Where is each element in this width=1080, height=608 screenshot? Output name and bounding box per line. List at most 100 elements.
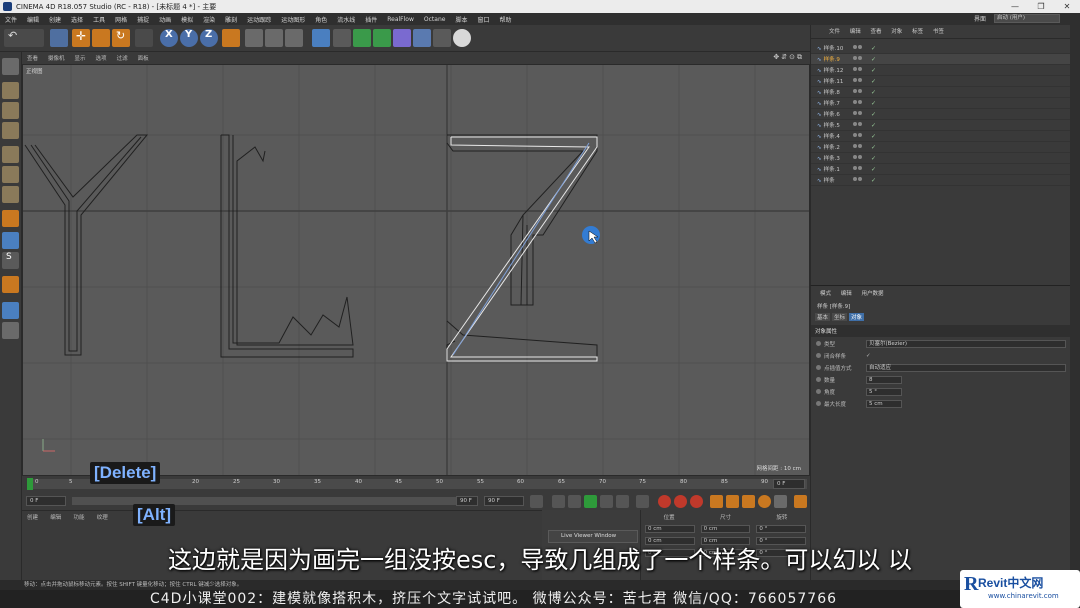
render-picture-viewer-icon[interactable]: [265, 29, 283, 47]
menu-item-tools[interactable]: 工具: [88, 15, 110, 24]
obj-menu-objects[interactable]: 对象: [887, 29, 906, 35]
viewport-front[interactable]: 正视图 网格间距: 10 cm: [22, 64, 810, 476]
menu-item-snap[interactable]: 捕捉: [132, 15, 154, 24]
enabled-check-icon[interactable]: ✓: [871, 144, 876, 151]
right-side-tabs[interactable]: [1070, 25, 1080, 580]
menu-item-character[interactable]: 角色: [310, 15, 332, 24]
next-frame-icon[interactable]: [600, 495, 613, 508]
deformer-icon[interactable]: [393, 29, 411, 47]
material-menu-function[interactable]: 功能: [69, 511, 90, 523]
obj-menu-tags[interactable]: 标签: [908, 29, 927, 35]
interpolation-select[interactable]: 自动适应: [866, 363, 1066, 372]
viewport-menu-options[interactable]: 选项: [91, 54, 112, 62]
menu-item-render[interactable]: 渲染: [198, 15, 220, 24]
key-position-icon[interactable]: [710, 495, 723, 508]
move-icon[interactable]: ✛: [72, 29, 90, 47]
enabled-check-icon[interactable]: ✓: [871, 155, 876, 162]
minimize-button[interactable]: —: [1002, 0, 1028, 13]
end-frame-field[interactable]: 90 F: [484, 496, 524, 506]
viewport-menu-cameras[interactable]: 摄像机: [43, 54, 70, 62]
y-axis-icon[interactable]: Y: [180, 29, 198, 47]
key-pla-icon[interactable]: [774, 495, 787, 508]
planar-workplane-icon[interactable]: [2, 322, 19, 339]
enabled-check-icon[interactable]: ✓: [871, 122, 876, 129]
menu-item-script[interactable]: 脚本: [450, 15, 472, 24]
current-frame-field[interactable]: 0 F: [773, 479, 805, 489]
close-button[interactable]: ✕: [1054, 0, 1080, 13]
lock-workplane-icon[interactable]: [2, 302, 19, 319]
menu-item-sculpt[interactable]: 雕刻: [220, 15, 242, 24]
max-length-field[interactable]: 5 cm: [866, 399, 902, 408]
object-row[interactable]: 样条.7 ✓: [811, 98, 1070, 109]
menu-item-mesh[interactable]: 网格: [110, 15, 132, 24]
enabled-check-icon[interactable]: ✓: [871, 100, 876, 107]
maximize-button[interactable]: ❐: [1028, 0, 1054, 13]
floor-icon[interactable]: [413, 29, 431, 47]
coord-field[interactable]: 0 cm: [700, 525, 751, 533]
object-row-selected[interactable]: 样条.9 ✓: [811, 54, 1070, 65]
enabled-check-icon[interactable]: ✓: [871, 166, 876, 173]
subdivision-icon[interactable]: [353, 29, 371, 47]
menu-item-help[interactable]: 帮助: [494, 15, 516, 24]
menu-item-edit[interactable]: 编辑: [22, 15, 44, 24]
edges-mode-icon[interactable]: [2, 166, 19, 183]
attr-tab-object[interactable]: 对象: [849, 313, 865, 321]
polygons-mode-icon[interactable]: [2, 186, 19, 203]
next-key-icon[interactable]: [616, 495, 629, 508]
go-to-start-icon[interactable]: [530, 495, 543, 508]
enabled-check-icon[interactable]: ✓: [871, 78, 876, 85]
menu-item-animate[interactable]: 动画: [154, 15, 176, 24]
layout-select[interactable]: 启动 (用户): [994, 14, 1060, 23]
solo-icon[interactable]: [2, 276, 19, 293]
menu-item-realflow[interactable]: RealFlow: [382, 16, 419, 23]
camera-icon[interactable]: [433, 29, 451, 47]
tweak-icon[interactable]: [2, 232, 19, 249]
enabled-check-icon[interactable]: ✓: [871, 56, 876, 63]
timeline-playhead[interactable]: [27, 478, 33, 490]
attr-menu-edit[interactable]: 编辑: [837, 291, 856, 297]
menu-item-pipeline[interactable]: 流水线: [332, 15, 360, 24]
viewport-menu-view[interactable]: 查看: [22, 54, 43, 62]
menu-item-window[interactable]: 窗口: [472, 15, 494, 24]
key-scale-icon[interactable]: [726, 495, 739, 508]
type-select[interactable]: 贝塞尔(Bezier): [866, 339, 1066, 348]
enabled-check-icon[interactable]: ✓: [871, 89, 876, 96]
object-row[interactable]: 样条 ✓: [811, 175, 1070, 186]
viewport-menu-panel[interactable]: 面板: [133, 54, 154, 62]
start-frame-field[interactable]: 0 F: [26, 496, 66, 506]
menu-item-select[interactable]: 选择: [66, 15, 88, 24]
array-icon[interactable]: [373, 29, 391, 47]
texture-mode-icon[interactable]: [2, 102, 19, 119]
snapping-icon[interactable]: S: [2, 252, 19, 269]
menu-item-create[interactable]: 创建: [44, 15, 66, 24]
z-axis-icon[interactable]: Z: [200, 29, 218, 47]
menu-item-mograph[interactable]: 运动图形: [276, 15, 310, 24]
object-manager[interactable]: 文件 编辑 查看 对象 标签 书签 样条.10 ✓ 样条.9 ✓ 样条.12 ✓ 样条…: [810, 25, 1070, 285]
object-row[interactable]: 样条.11 ✓: [811, 76, 1070, 87]
range-end-field[interactable]: 90 F: [456, 496, 478, 506]
close-spline-checkbox[interactable]: ✓: [866, 353, 871, 359]
viewport-menu-filter[interactable]: 过滤: [112, 54, 133, 62]
enabled-check-icon[interactable]: ✓: [871, 67, 876, 74]
rotate-icon[interactable]: ↻: [112, 29, 130, 47]
enabled-check-icon[interactable]: ✓: [871, 133, 876, 140]
object-row[interactable]: 样条.5 ✓: [811, 120, 1070, 131]
object-row[interactable]: 样条.3 ✓: [811, 153, 1070, 164]
cube-icon[interactable]: [312, 29, 330, 47]
obj-menu-edit[interactable]: 编辑: [846, 29, 865, 35]
make-editable-icon[interactable]: [2, 58, 19, 75]
material-menu-texture[interactable]: 纹理: [92, 511, 113, 523]
object-row[interactable]: 样条.10 ✓: [811, 43, 1070, 54]
x-axis-icon[interactable]: X: [160, 29, 178, 47]
menu-item-octane[interactable]: Octane: [419, 16, 451, 23]
menu-item-simulate[interactable]: 模拟: [176, 15, 198, 24]
key-rotation-icon[interactable]: [742, 495, 755, 508]
attr-tab-coord[interactable]: 坐标: [832, 313, 848, 321]
viewport-nav-icons[interactable]: ✥⇵⊙⧉: [773, 53, 804, 62]
scale-icon[interactable]: [92, 29, 110, 47]
axis-mode-icon[interactable]: [2, 210, 19, 227]
prev-key-icon[interactable]: [552, 495, 565, 508]
enabled-check-icon[interactable]: ✓: [871, 45, 876, 52]
pen-icon[interactable]: [333, 29, 351, 47]
material-menu-edit[interactable]: 编辑: [45, 511, 66, 523]
